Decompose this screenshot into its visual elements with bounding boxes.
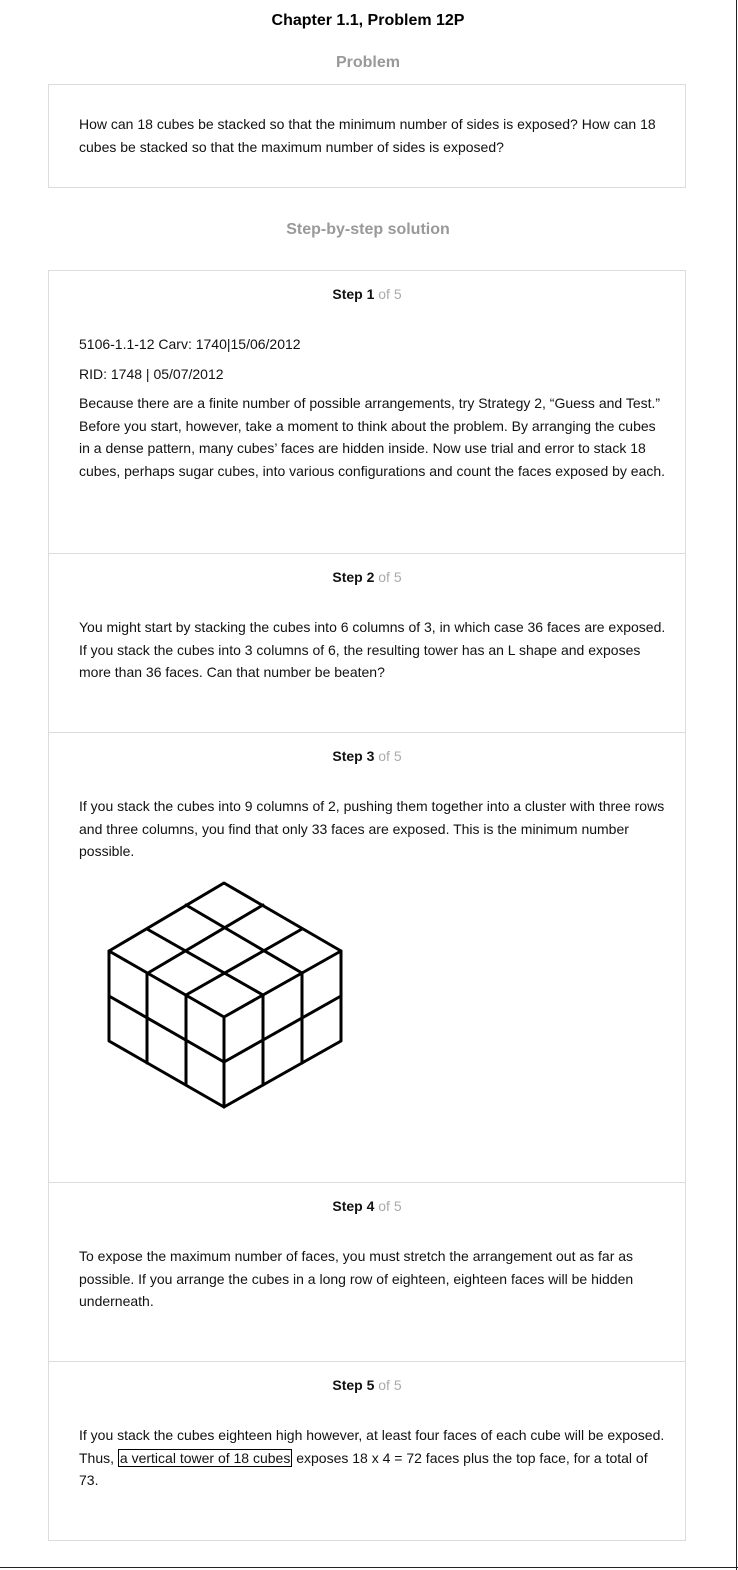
- step-body: If you stack the cubes into 9 columns of…: [79, 795, 669, 863]
- step-number: Step 1: [332, 286, 375, 302]
- step-total: of 5: [378, 1198, 402, 1214]
- step-total: of 5: [378, 1377, 402, 1393]
- step-header: Step 2 of 5: [49, 569, 685, 585]
- step-total: of 5: [378, 569, 402, 585]
- step-number: Step 5: [332, 1377, 375, 1393]
- step-header: Step 1 of 5: [49, 286, 685, 302]
- step-header: Step 5 of 5: [49, 1377, 685, 1393]
- highlighted-phrase: a vertical tower of 18 cubes: [117, 1448, 293, 1467]
- step-number: Step 2: [332, 569, 375, 585]
- step-number: Step 3: [332, 748, 375, 764]
- page-bottom-border: [0, 1567, 738, 1568]
- step-body: If you stack the cubes eighteen high how…: [79, 1424, 669, 1492]
- step-number: Step 4: [332, 1198, 375, 1214]
- step-body: You might start by stacking the cubes in…: [79, 616, 669, 684]
- step-text: You might start by stacking the cubes in…: [79, 619, 666, 680]
- page-right-border: [736, 0, 737, 1570]
- step-text: If you stack the cubes eighteen high how…: [79, 1424, 669, 1492]
- step-4: Step 4 of 5 To expose the maximum number…: [49, 1183, 685, 1362]
- step-text: To expose the maximum number of faces, y…: [79, 1248, 634, 1309]
- cube-stack-diagram: [107, 881, 343, 1109]
- step-header: Step 3 of 5: [49, 748, 685, 764]
- step-meta-rid: RID: 1748 | 05/07/2012: [79, 365, 224, 382]
- step-text: If you stack the cubes into 9 columns of…: [79, 798, 665, 859]
- step-text: Because there are a finite number of pos…: [79, 395, 666, 479]
- step-3: Step 3 of 5 If you stack the cubes into …: [49, 733, 685, 1183]
- step-2: Step 2 of 5 You might start by stacking …: [49, 554, 685, 733]
- step-1: Step 1 of 5 5106-1.1-12 Carv: 1740|15/06…: [49, 271, 685, 554]
- solution-steps: Step 1 of 5 5106-1.1-12 Carv: 1740|15/06…: [48, 270, 686, 1541]
- solution-heading: Step-by-step solution: [286, 221, 450, 238]
- step-total: of 5: [378, 748, 402, 764]
- problem-box: How can 18 cubes be stacked so that the …: [48, 84, 686, 188]
- problem-heading: Problem: [335, 54, 400, 71]
- step-5: Step 5 of 5 If you stack the cubes eight…: [49, 1362, 685, 1540]
- page-title: Chapter 1.1, Problem 12P: [271, 12, 465, 29]
- step-total: of 5: [378, 286, 402, 302]
- step-body: To expose the maximum number of faces, y…: [79, 1245, 669, 1313]
- step-header: Step 4 of 5: [49, 1198, 685, 1214]
- step-meta-carv: 5106-1.1-12 Carv: 1740|15/06/2012: [79, 336, 301, 352]
- problem-text: How can 18 cubes be stacked so that the …: [79, 116, 656, 155]
- step-body: 5106-1.1-12 Carv: 1740|15/06/2012 RID: 1…: [79, 333, 669, 482]
